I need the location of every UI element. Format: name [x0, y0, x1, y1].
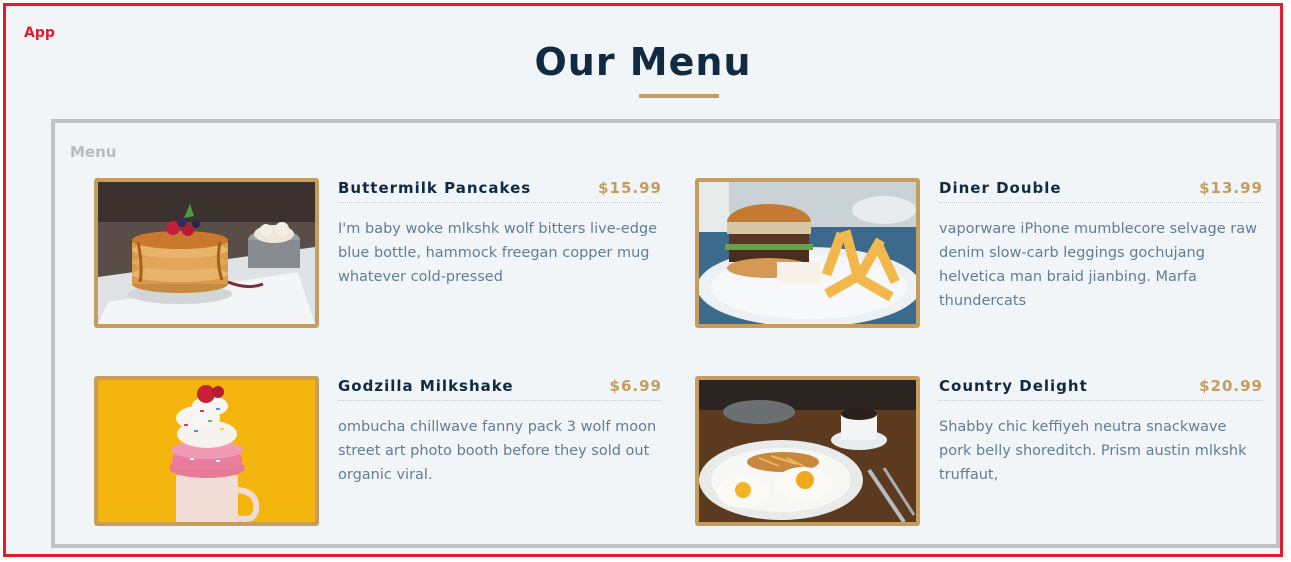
- item-header: Godzilla Milkshake $6.99: [338, 377, 662, 401]
- app-label: App: [24, 25, 55, 41]
- item-info: Godzilla Milkshake $6.99 ombucha chillwa…: [338, 376, 662, 487]
- menu-item: Buttermilk Pancakes $15.99 I'm baby woke…: [94, 178, 666, 328]
- item-name: Diner Double: [939, 179, 1062, 197]
- title-underline: [639, 94, 719, 98]
- item-price: $20.99: [1199, 377, 1263, 395]
- app-container: App Our Menu Menu Buttermilk Pancakes $1…: [3, 3, 1283, 557]
- item-header: Diner Double $13.99: [939, 179, 1263, 203]
- menu-label: Menu: [70, 143, 117, 161]
- item-description: I'm baby woke mlkshk wolf bitters live-e…: [338, 221, 658, 285]
- menu-item: Country Delight $20.99 Shabby chic keffi…: [695, 376, 1267, 526]
- item-name: Godzilla Milkshake: [338, 377, 514, 395]
- menu-item: Diner Double $13.99 vaporware iPhone mum…: [695, 178, 1267, 328]
- item-price: $13.99: [1199, 179, 1263, 197]
- item-header: Buttermilk Pancakes $15.99: [338, 179, 662, 203]
- item-price: $6.99: [609, 377, 662, 395]
- item-description: vaporware iPhone mumblecore selvage raw …: [939, 221, 1257, 309]
- item-price: $15.99: [598, 179, 662, 197]
- item-description: Shabby chic keffiyeh neutra snackwave po…: [939, 419, 1247, 483]
- burger-photo: [695, 178, 920, 328]
- menu-item: Godzilla Milkshake $6.99 ombucha chillwa…: [94, 376, 666, 526]
- item-info: Buttermilk Pancakes $15.99 I'm baby woke…: [338, 178, 662, 289]
- page-title: Our Menu: [534, 40, 752, 84]
- item-name: Country Delight: [939, 377, 1088, 395]
- milkshake-photo: [94, 376, 319, 526]
- item-info: Country Delight $20.99 Shabby chic keffi…: [939, 376, 1263, 487]
- menu-section: Menu Buttermilk Pancakes $15.99 I'm baby…: [51, 119, 1280, 548]
- item-description: ombucha chillwave fanny pack 3 wolf moon…: [338, 419, 657, 483]
- item-info: Diner Double $13.99 vaporware iPhone mum…: [939, 178, 1263, 313]
- pancakes-photo: [94, 178, 319, 328]
- breakfast-photo: [695, 376, 920, 526]
- item-name: Buttermilk Pancakes: [338, 179, 532, 197]
- item-header: Country Delight $20.99: [939, 377, 1263, 401]
